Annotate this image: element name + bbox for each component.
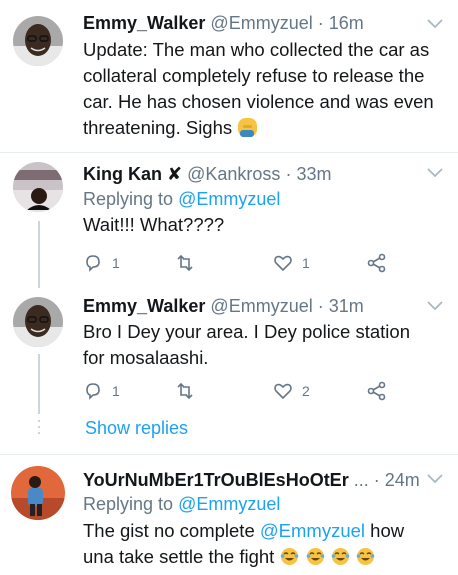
retweet-icon bbox=[177, 382, 193, 400]
tweet-mention[interactable]: @Emmyzuel bbox=[260, 520, 365, 541]
replying-to: Replying to @Emmyzuel bbox=[83, 493, 280, 515]
person-facepalming-emoji bbox=[238, 118, 258, 137]
display-name[interactable]: Emmy_Walker bbox=[83, 296, 205, 316]
like-icon bbox=[274, 383, 292, 400]
share-icon bbox=[367, 253, 386, 273]
tweet-header: Emmy_Walker @Emmyzuel · 31m bbox=[83, 295, 364, 317]
avatar-youtroubleshooter[interactable] bbox=[11, 466, 65, 520]
tweet-text: The gist no complete @Emmyzuel how una t… bbox=[83, 518, 453, 570]
avatar-emmy-walker[interactable] bbox=[13, 297, 63, 347]
tweet-header: King Kan ✘ @Kankross · 33m bbox=[83, 163, 331, 185]
replying-to-mention[interactable]: @Emmyzuel bbox=[178, 189, 280, 209]
tweet-header: YoUrNuMbEr1TrOuBlEsHoOtEr ... · 24m bbox=[83, 469, 420, 491]
separator-dot: · bbox=[285, 164, 292, 184]
tweet-youtroubleshooter[interactable]: YoUrNuMbEr1TrOuBlEsHoOtEr ... · 24m Repl… bbox=[0, 455, 458, 575]
replying-to-label: Replying to bbox=[83, 494, 174, 514]
user-handle[interactable]: @Emmyzuel bbox=[210, 13, 312, 33]
like-icon bbox=[274, 255, 292, 272]
tweet-emmy-update[interactable]: Emmy_Walker @Emmyzuel · 16m Update: The … bbox=[0, 0, 458, 152]
tweet-text-line: Bro I Dey your area. I Dey police statio… bbox=[83, 321, 410, 342]
chevron-down-icon[interactable] bbox=[426, 18, 444, 30]
tweet-text: Update: The man who collected the car as… bbox=[83, 39, 434, 138]
retweet-icon bbox=[177, 254, 193, 272]
tweet-time[interactable]: 31m bbox=[329, 296, 364, 316]
chevron-down-icon[interactable] bbox=[426, 300, 444, 312]
tweet-time[interactable]: 16m bbox=[329, 13, 364, 33]
reply-button[interactable]: 1 bbox=[83, 381, 120, 401]
retweet-button[interactable] bbox=[175, 253, 204, 273]
tweet-text: Wait!!! What???? bbox=[83, 214, 225, 235]
tweet-actions: 1 1 bbox=[83, 253, 403, 275]
share-button[interactable] bbox=[367, 253, 387, 273]
reply-button[interactable]: 1 bbox=[83, 253, 120, 273]
like-button[interactable]: 2 bbox=[273, 381, 310, 401]
tweet-king-kan[interactable]: King Kan ✘ @Kankross · 33m Replying to @… bbox=[0, 153, 458, 288]
tweet-text-line: una take settle the fight bbox=[83, 546, 275, 567]
reply-count: 1 bbox=[112, 383, 120, 399]
tweet-text-part: The gist no complete bbox=[83, 520, 255, 541]
name-ellipsis: ... bbox=[353, 470, 369, 490]
tears-of-joy-emoji bbox=[279, 546, 375, 567]
reply-icon bbox=[86, 383, 100, 400]
share-button[interactable] bbox=[367, 381, 387, 401]
thread-line bbox=[38, 354, 40, 414]
avatar-king-kan[interactable] bbox=[13, 162, 63, 212]
like-button[interactable]: 1 bbox=[273, 253, 310, 273]
user-handle[interactable]: @Kankross bbox=[187, 164, 280, 184]
tweet-text: Bro I Dey your area. I Dey police statio… bbox=[83, 319, 453, 371]
replying-to: Replying to @Emmyzuel bbox=[83, 188, 280, 210]
tweet-text-part: how bbox=[370, 520, 405, 541]
tweet-header: Emmy_Walker @Emmyzuel · 16m bbox=[83, 12, 364, 34]
tweet-emmy-reply[interactable]: Emmy_Walker @Emmyzuel · 31m Bro I Dey yo… bbox=[0, 288, 458, 453]
tweet-time[interactable]: 33m bbox=[296, 164, 331, 184]
replying-to-mention[interactable]: @Emmyzuel bbox=[178, 494, 280, 514]
chevron-down-icon[interactable] bbox=[426, 167, 444, 179]
tweet-actions: 1 2 bbox=[83, 381, 403, 403]
name-suffix: ✘ bbox=[167, 164, 183, 184]
user-handle[interactable]: @Emmyzuel bbox=[210, 296, 312, 316]
replying-to-label: Replying to bbox=[83, 189, 174, 209]
display-name[interactable]: King Kan bbox=[83, 164, 162, 184]
display-name[interactable]: Emmy_Walker bbox=[83, 13, 205, 33]
avatar-emmy-walker[interactable] bbox=[13, 16, 63, 66]
reply-count: 1 bbox=[112, 255, 120, 271]
show-replies-link[interactable]: Show replies bbox=[85, 417, 188, 439]
display-name[interactable]: YoUrNuMbEr1TrOuBlEsHoOtEr bbox=[83, 470, 349, 490]
thread-line bbox=[38, 221, 40, 288]
separator-dot: · bbox=[317, 296, 324, 316]
separator-dot: · bbox=[373, 470, 380, 490]
share-icon bbox=[367, 381, 386, 401]
reply-icon bbox=[86, 255, 100, 272]
like-count: 2 bbox=[302, 383, 310, 399]
retweet-button[interactable] bbox=[175, 381, 204, 401]
chevron-down-icon[interactable] bbox=[426, 473, 444, 485]
tweet-time[interactable]: 24m bbox=[385, 470, 420, 490]
like-count: 1 bbox=[302, 255, 310, 271]
thread-dots bbox=[38, 420, 40, 438]
separator-dot: · bbox=[317, 13, 324, 33]
tweet-text-line: for mosalaashi. bbox=[83, 347, 209, 368]
